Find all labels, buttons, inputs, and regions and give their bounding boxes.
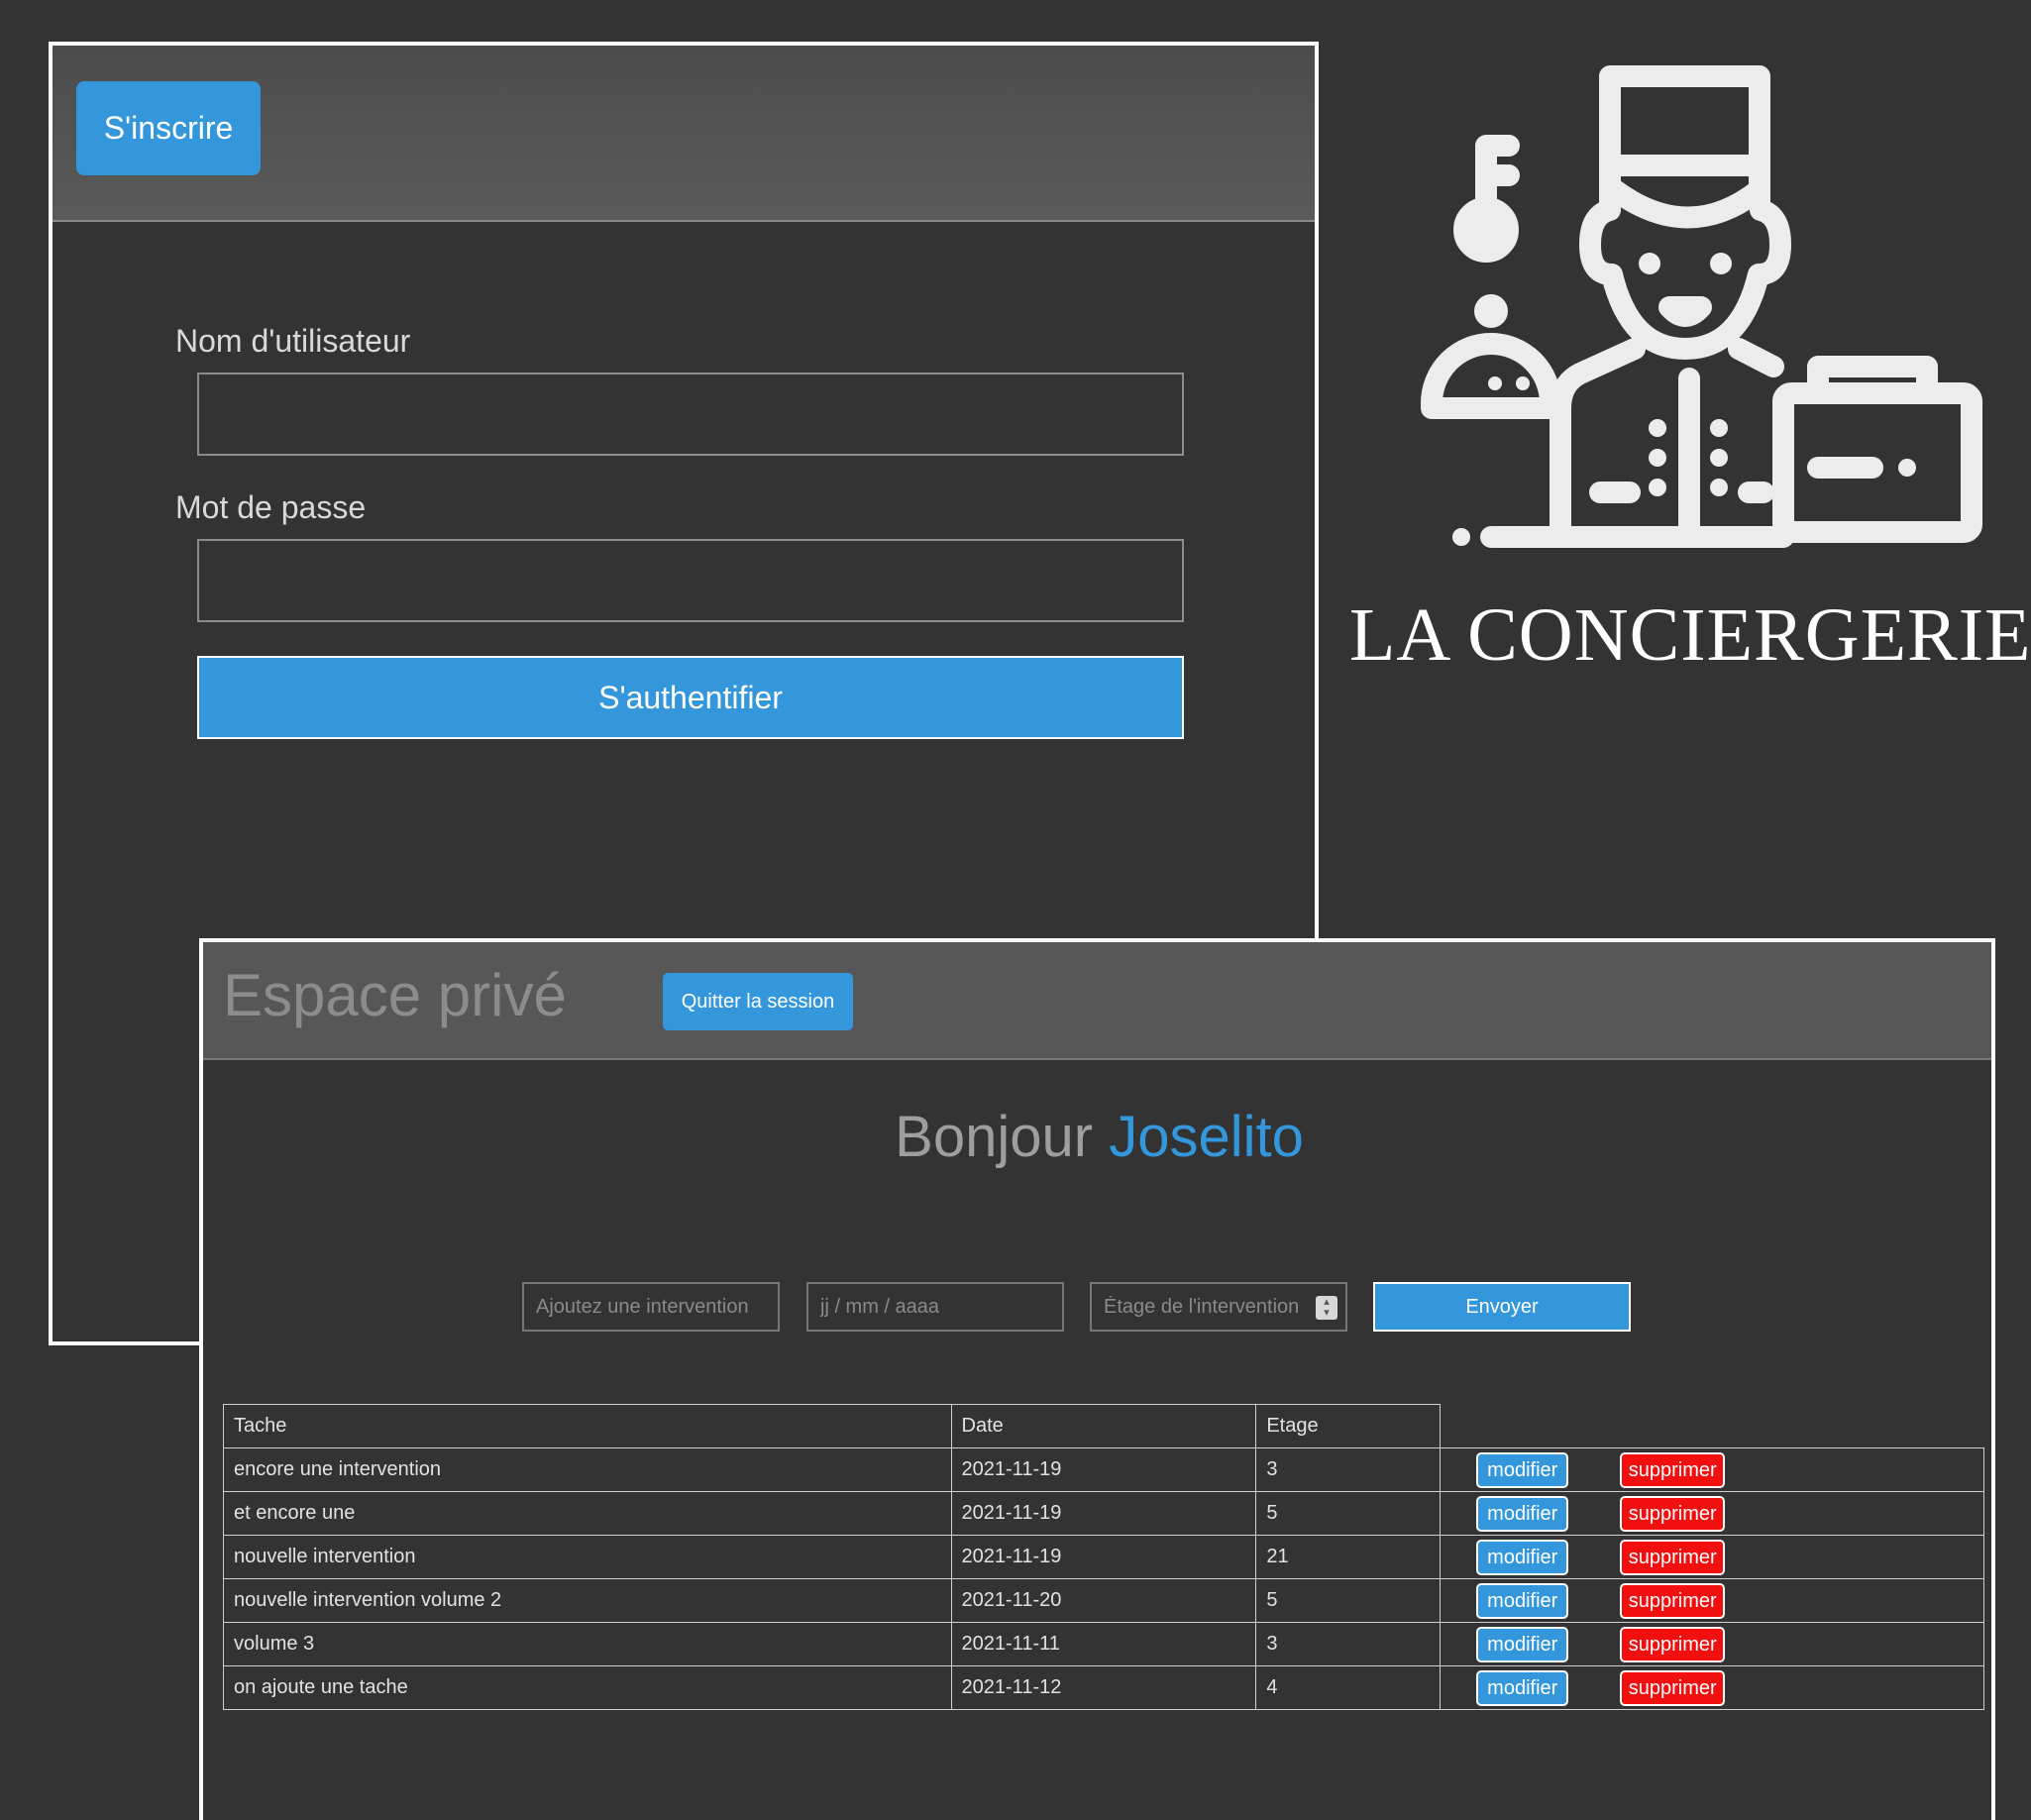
delete-button[interactable]: supprimer bbox=[1620, 1539, 1726, 1575]
task-cell: nouvelle intervention bbox=[223, 1535, 952, 1579]
brand-name: LA CONCIERGERIE bbox=[1349, 593, 2031, 677]
password-field[interactable] bbox=[197, 539, 1184, 622]
delete-button[interactable]: supprimer bbox=[1620, 1451, 1726, 1488]
column-header-task: Tache bbox=[223, 1404, 952, 1448]
task-cell: on ajoute une tache bbox=[223, 1665, 952, 1710]
intervention-input[interactable] bbox=[522, 1282, 780, 1332]
private-space-window: Espace privé Quitter la session Bonjour … bbox=[199, 938, 1995, 1820]
table-row: volume 3 2021-11-11 3 modifier supprimer bbox=[223, 1622, 1984, 1666]
tasks-table: Tache Date Etage encore une intervention… bbox=[223, 1404, 1984, 1710]
column-header-floor: Etage bbox=[1255, 1404, 1442, 1448]
actions-cell: modifier supprimer bbox=[1440, 1447, 1984, 1492]
signup-button[interactable]: S'inscrire bbox=[76, 81, 261, 175]
send-button[interactable]: Envoyer bbox=[1373, 1282, 1631, 1332]
actions-cell: modifier supprimer bbox=[1440, 1622, 1984, 1666]
table-row: on ajoute une tache 2021-11-12 4 modifie… bbox=[223, 1665, 1984, 1710]
delete-button[interactable]: supprimer bbox=[1620, 1626, 1726, 1662]
floor-cell: 3 bbox=[1255, 1447, 1442, 1492]
actions-cell: modifier supprimer bbox=[1440, 1535, 1984, 1579]
edit-button[interactable]: modifier bbox=[1476, 1626, 1569, 1662]
table-row: nouvelle intervention 2021-11-19 21 modi… bbox=[223, 1535, 1984, 1579]
task-cell: encore une intervention bbox=[223, 1447, 952, 1492]
floor-cell: 3 bbox=[1255, 1622, 1442, 1666]
table-row: nouvelle intervention volume 2 2021-11-2… bbox=[223, 1578, 1984, 1623]
page-title: Espace privé bbox=[223, 962, 567, 1028]
greeting: Bonjour Joselito bbox=[203, 1103, 1995, 1172]
concierge-icon bbox=[1421, 65, 1982, 548]
table-row: encore une intervention 2021-11-19 3 mod… bbox=[223, 1447, 1984, 1492]
delete-button[interactable]: supprimer bbox=[1620, 1669, 1726, 1706]
task-cell: volume 3 bbox=[223, 1622, 952, 1666]
edit-button[interactable]: modifier bbox=[1476, 1539, 1569, 1575]
date-cell: 2021-11-19 bbox=[950, 1491, 1257, 1536]
username-field[interactable] bbox=[197, 373, 1184, 456]
date-input[interactable] bbox=[806, 1282, 1064, 1332]
floor-input[interactable] bbox=[1090, 1282, 1347, 1332]
delete-button[interactable]: supprimer bbox=[1620, 1582, 1726, 1619]
actions-cell: modifier supprimer bbox=[1440, 1491, 1984, 1536]
login-header: S'inscrire bbox=[53, 46, 1315, 222]
edit-button[interactable]: modifier bbox=[1476, 1669, 1569, 1706]
date-cell: 2021-11-20 bbox=[950, 1578, 1257, 1623]
table-header-row: Tache Date Etage bbox=[223, 1404, 1984, 1448]
floor-cell: 21 bbox=[1255, 1535, 1442, 1579]
task-cell: nouvelle intervention volume 2 bbox=[223, 1578, 952, 1623]
private-space-header: Espace privé Quitter la session bbox=[203, 942, 1991, 1060]
edit-button[interactable]: modifier bbox=[1476, 1582, 1569, 1619]
column-header-date: Date bbox=[950, 1404, 1257, 1448]
date-cell: 2021-11-11 bbox=[950, 1622, 1257, 1666]
floor-stepper-icon[interactable]: ▴ ▾ bbox=[1316, 1296, 1337, 1320]
floor-cell: 5 bbox=[1255, 1578, 1442, 1623]
table-row: et encore une 2021-11-19 5 modifier suppr… bbox=[223, 1491, 1984, 1536]
date-cell: 2021-11-19 bbox=[950, 1447, 1257, 1492]
actions-cell: modifier supprimer bbox=[1440, 1578, 1984, 1623]
delete-button[interactable]: supprimer bbox=[1620, 1495, 1726, 1532]
username-label: Nom d'utilisateur bbox=[175, 323, 411, 359]
authenticate-button[interactable]: S'authentifier bbox=[197, 656, 1184, 739]
task-cell: et encore une bbox=[223, 1491, 952, 1536]
actions-cell: modifier supprimer bbox=[1440, 1665, 1984, 1710]
column-header-actions bbox=[1440, 1404, 1984, 1448]
floor-cell: 5 bbox=[1255, 1491, 1442, 1536]
edit-button[interactable]: modifier bbox=[1476, 1495, 1569, 1532]
date-cell: 2021-11-12 bbox=[950, 1665, 1257, 1710]
quit-session-button[interactable]: Quitter la session bbox=[663, 973, 853, 1030]
edit-button[interactable]: modifier bbox=[1476, 1451, 1569, 1488]
greeting-user-name: Joselito bbox=[1109, 1105, 1304, 1169]
date-cell: 2021-11-19 bbox=[950, 1535, 1257, 1579]
floor-cell: 4 bbox=[1255, 1665, 1442, 1710]
greeting-prefix: Bonjour bbox=[895, 1105, 1094, 1169]
password-label: Mot de passe bbox=[175, 489, 367, 525]
